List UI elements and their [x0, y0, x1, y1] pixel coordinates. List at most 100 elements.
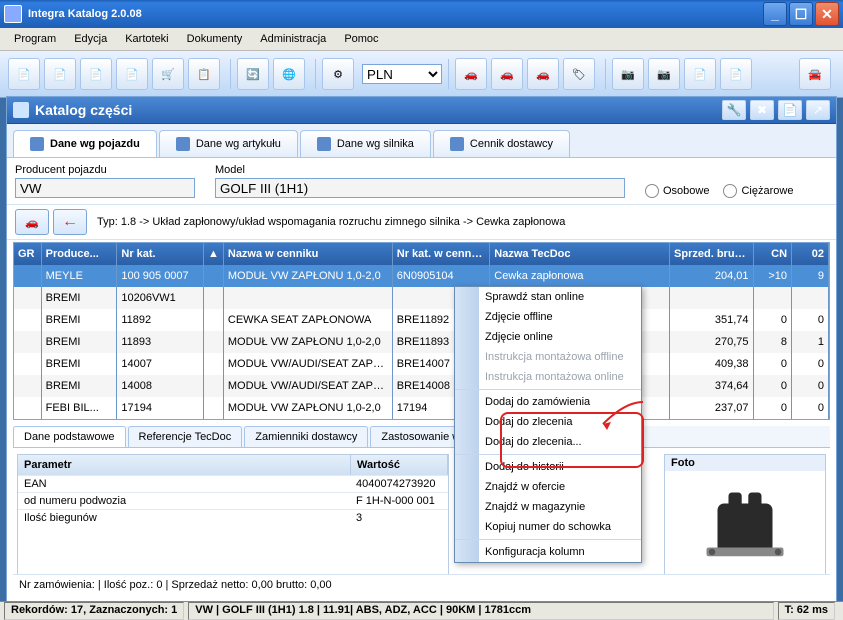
col-nrk[interactable]: Nr kat.: [117, 243, 204, 265]
panel-header: Katalog części 🔧 ✖ 📄 ↗: [7, 97, 836, 124]
radio-osobowe[interactable]: Osobowe: [645, 184, 709, 198]
panel-tool-3[interactable]: 📄: [778, 100, 802, 120]
dtab-zamienniki[interactable]: Zamienniki dostawcy: [244, 426, 368, 447]
col-cn[interactable]: CN: [754, 243, 793, 265]
toolbar-btn-3[interactable]: 📄: [80, 58, 112, 90]
ctx-item[interactable]: Dodaj do zamówienia: [455, 392, 641, 412]
ctx-item[interactable]: Zdjęcie online: [455, 327, 641, 347]
toolbar-btn-8[interactable]: 🌐: [273, 58, 305, 90]
ctx-item[interactable]: Znajdź w ofercie: [455, 477, 641, 497]
panel-tool-4[interactable]: ↗: [806, 100, 830, 120]
dtab-podstawowe[interactable]: Dane podstawowe: [13, 426, 126, 447]
ctx-item: Instrukcja montażowa offline: [455, 347, 641, 367]
panel-tool-1[interactable]: 🔧: [722, 100, 746, 120]
tab-silnika[interactable]: Dane wg silnika: [300, 130, 431, 157]
col-sbr[interactable]: Sprzed. brutto: [670, 243, 754, 265]
toolbar-btn-5[interactable]: 🛒: [152, 58, 184, 90]
table-row[interactable]: BREMI14008MODUŁ VW/AUDI/SEAT ZAPŁONUBRE1…: [14, 375, 829, 397]
gear-icon: [176, 137, 190, 151]
ctx-item[interactable]: Znajdź w magazynie: [455, 497, 641, 517]
ctx-icon: [459, 290, 475, 306]
main-tabs: Dane wg pojazdu Dane wg artykułu Dane wg…: [7, 124, 836, 158]
ctx-item[interactable]: Sprawdź stan online: [455, 287, 641, 307]
menu-kartoteki[interactable]: Kartoteki: [117, 31, 176, 47]
tab-cennik[interactable]: Cennik dostawcy: [433, 130, 570, 157]
content-panel: Katalog części 🔧 ✖ 📄 ↗ Dane wg pojazdu D…: [6, 96, 837, 602]
menu-edycja[interactable]: Edycja: [66, 31, 115, 47]
toolbar-btn-7[interactable]: 🔄: [237, 58, 269, 90]
toolbar-btn-10[interactable]: 🚗: [455, 58, 487, 90]
radio-ciezarowe[interactable]: Ciężarowe: [723, 184, 793, 198]
toolbar-btn-1[interactable]: 📄: [8, 58, 40, 90]
menu-pomoc[interactable]: Pomoc: [336, 31, 386, 47]
toolbar-btn-17[interactable]: 📄: [720, 58, 752, 90]
dtab-referencje[interactable]: Referencje TecDoc: [128, 426, 243, 447]
menu-administracja[interactable]: Administracja: [252, 31, 334, 47]
toolbar-btn-14[interactable]: 📷: [612, 58, 644, 90]
prod-input[interactable]: [15, 178, 195, 198]
ctx-icon: [459, 310, 475, 326]
panel-tool-2[interactable]: ✖: [750, 100, 774, 120]
table-row[interactable]: BREMI11892CEWKA SEAT ZAPŁONOWABRE1189235…: [14, 309, 829, 331]
col-nazc[interactable]: Nazwa w cenniku: [224, 243, 393, 265]
toolbar-btn-16[interactable]: 📄: [684, 58, 716, 90]
ctx-item[interactable]: Zdjęcie offline: [455, 307, 641, 327]
toolbar-btn-4[interactable]: 📄: [116, 58, 148, 90]
toolbar-btn-9[interactable]: ⚙: [322, 58, 354, 90]
toolbar-btn-6[interactable]: 📋: [188, 58, 220, 90]
table-row[interactable]: MEYLE100 905 0007MODUŁ VW ZAPŁONU 1,0-2,…: [14, 265, 829, 287]
summary-line: Nr zamówienia: | Ilość poz.: 0 | Sprzeda…: [13, 574, 830, 595]
toolbar-btn-18[interactable]: 🚘: [799, 58, 831, 90]
filter-row: Producent pojazdu Model Osobowe Ciężarow…: [7, 158, 836, 205]
tab-pojazdu[interactable]: Dane wg pojazdu: [13, 130, 157, 157]
ctx-item[interactable]: Kopiuj numer do schowka: [455, 517, 641, 540]
param-row: od numeru podwoziaF 1H-N-000 001: [18, 492, 448, 509]
ctx-item[interactable]: Dodaj do historii: [455, 457, 641, 477]
toolbar-btn-2[interactable]: 📄: [44, 58, 76, 90]
minimize-button[interactable]: _: [763, 2, 787, 26]
ctx-icon: [459, 395, 475, 411]
status-records: Rekordów: 17, Zaznaczonych: 1: [4, 602, 184, 620]
detail-tabs: Dane podstawowe Referencje TecDoc Zamien…: [13, 426, 830, 448]
toolbar-btn-11[interactable]: 🚗: [491, 58, 523, 90]
ctx-icon: [459, 460, 475, 476]
table-row[interactable]: FEBI BIL...17194MODUŁ VW ZAPŁONU 1,0-2,0…: [14, 397, 829, 419]
table-row[interactable]: BREMI10206VW1: [14, 287, 829, 309]
coil-icon: [690, 486, 800, 576]
prod-label: Producent pojazdu: [15, 164, 195, 176]
ctx-icon: [459, 350, 475, 366]
toolbar-btn-15[interactable]: 📷: [648, 58, 680, 90]
col-gr[interactable]: GR: [14, 243, 42, 265]
nav-back-button[interactable]: ←: [53, 209, 87, 235]
menu-program[interactable]: Program: [6, 31, 64, 47]
currency-select[interactable]: PLN: [362, 64, 442, 84]
foto-box: Foto: [664, 454, 826, 592]
tab-artykulu[interactable]: Dane wg artykułu: [159, 130, 298, 157]
ctx-icon: [459, 500, 475, 516]
panel-icon: [13, 102, 29, 118]
model-label: Model: [215, 164, 625, 176]
ctx-item[interactable]: Dodaj do zlecenia: [455, 412, 641, 432]
ctx-item[interactable]: Konfiguracja kolumn: [455, 542, 641, 562]
param-hdr-l: Parametr: [18, 455, 351, 475]
window-title: Integra Katalog 2.0.08: [28, 8, 142, 20]
model-input[interactable]: [215, 178, 625, 198]
ctx-item: Instrukcja montażowa online: [455, 367, 641, 390]
ctx-item[interactable]: Dodaj do zlecenia...: [455, 432, 641, 455]
col-ntd[interactable]: Nazwa TecDoc: [490, 243, 670, 265]
table-row[interactable]: BREMI11893MODUŁ VW ZAPŁONU 1,0-2,0BRE118…: [14, 331, 829, 353]
col-sort-icon[interactable]: ▲: [204, 243, 224, 265]
table-row[interactable]: BREMI14007MODUŁ VW/AUDI/SEAT ZAPŁONUBRE1…: [14, 353, 829, 375]
col-prod[interactable]: Produce...: [42, 243, 118, 265]
maximize-button[interactable]: ☐: [789, 2, 813, 26]
param-row: Ilość biegunów3: [18, 509, 448, 526]
list-icon: [450, 137, 464, 151]
toolbar-btn-13[interactable]: 🏷: [563, 58, 595, 90]
close-button[interactable]: ✕: [815, 2, 839, 26]
col-nrkc[interactable]: Nr kat. w cenniku: [393, 243, 490, 265]
foto-image[interactable]: [665, 471, 825, 591]
col-02[interactable]: 02: [792, 243, 829, 265]
toolbar-btn-12[interactable]: 🚗: [527, 58, 559, 90]
menu-dokumenty[interactable]: Dokumenty: [179, 31, 251, 47]
nav-car-button[interactable]: 🚗: [15, 209, 49, 235]
